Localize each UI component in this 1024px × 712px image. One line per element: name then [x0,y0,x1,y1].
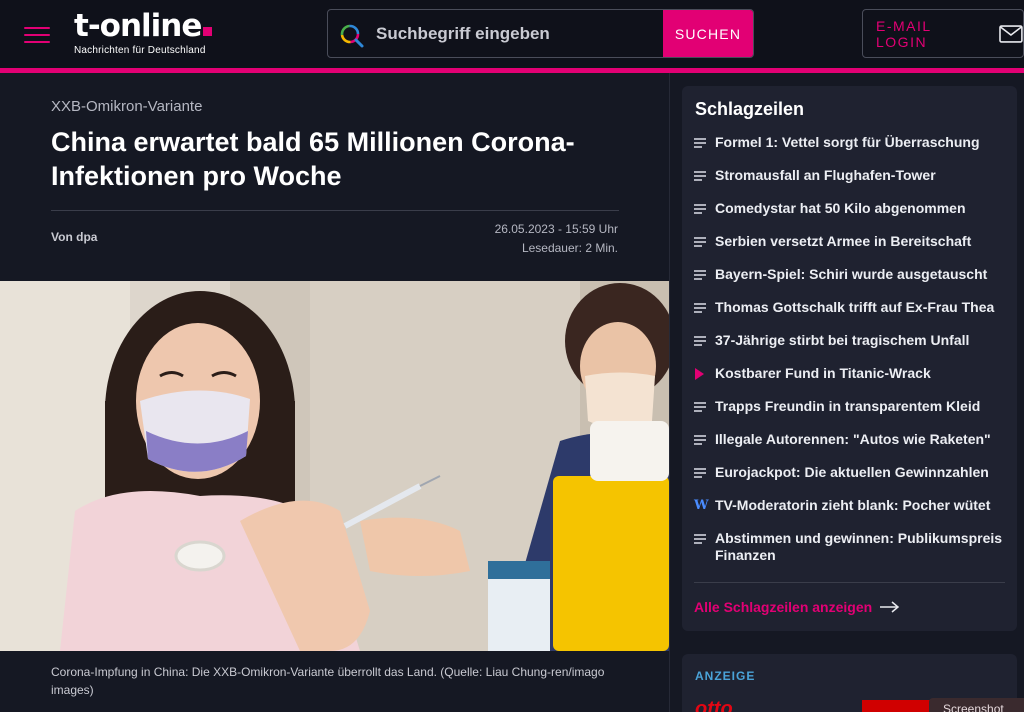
headline-item[interactable]: Kostbarer Fund in Titanic-Wrack [694,365,1009,382]
article-headline: China erwartet bald 65 Millionen Corona-… [51,127,575,191]
headline-label: Eurojackpot: Die aktuellen Gewinnzahlen [715,464,989,480]
headline-item[interactable]: Abstimmen und gewinnen: Publikumspreis F… [694,530,1009,564]
headline-item[interactable]: Formel 1: Vettel sorgt für Überraschung [694,134,1009,151]
arrow-right-icon [880,601,900,613]
search-box: SUCHEN [327,9,754,58]
headline-item[interactable]: Eurojackpot: Die aktuellen Gewinnzahlen [694,464,1009,481]
headline-item[interactable]: Thomas Gottschalk trifft auf Ex-Frau The… [694,299,1009,316]
headline-label: Illegale Autorennen: "Autos wie Raketen" [715,431,991,447]
headline-item[interactable]: Trapps Freundin in transparentem Kleid [694,398,1009,415]
search-input[interactable] [376,10,664,57]
headline-label: TV-Moderatorin zieht blank: Pocher wütet [715,497,991,513]
site-header: t-online Nachrichten für Deutschland SUC… [0,0,1024,70]
article-divider [51,210,619,211]
lines-icon [694,269,707,281]
headline-item[interactable]: Serbien versetzt Armee in Bereitschaft [694,233,1009,250]
headlines-panel: Schlagzeilen Formel 1: Vettel sorgt für … [682,86,1017,631]
all-headlines-label: Alle Schlagzeilen anzeigen [694,599,873,615]
article-photo[interactable] [0,281,669,651]
ad-label: ANZEIGE [695,669,756,683]
headline-label: Stromausfall an Flughafen-Tower [715,167,936,183]
lines-icon [694,236,707,248]
lines-icon [694,335,707,347]
lines-icon [694,203,707,215]
headlines-divider [694,582,1005,583]
ad-brand-logo: otto [695,698,733,712]
headline-label: Comedystar hat 50 Kilo abgenommen [715,200,966,216]
lines-icon [694,533,707,545]
lines-icon [694,137,707,149]
headline-label: Trapps Freundin in transparentem Kleid [715,398,981,414]
lines-icon [694,302,707,314]
article-date: 26.05.2023 - 15:59 Uhr [494,222,618,236]
article: XXB-Omikron-Variante China erwartet bald… [0,73,670,712]
article-kicker: XXB-Omikron-Variante [51,98,203,115]
mail-icon [999,24,1023,43]
vaccination-photo [0,281,669,651]
search-button[interactable]: SUCHEN [663,10,753,57]
search-icon [340,24,364,48]
screenshot-tooltip: Screenshot [929,698,1024,712]
article-reading-time: Lesedauer: 2 Min. [521,241,618,255]
headline-item[interactable]: Comedystar hat 50 Kilo abgenommen [694,200,1009,217]
headline-label: Abstimmen und gewinnen: Publikumspreis F… [715,530,1003,563]
article-meta: 26.05.2023 - 15:59 Uhr Lesedauer: 2 Min. [495,220,618,258]
logo-tagline: Nachrichten für Deutschland [74,45,206,56]
all-headlines-link[interactable]: Alle Schlagzeilen anzeigen [694,599,900,615]
headlines-list: Formel 1: Vettel sorgt für Überraschung S… [694,134,1009,580]
headline-label: Serbien versetzt Armee in Bereitschaft [715,233,972,249]
headline-item[interactable]: 37-Jährige stirbt bei tragischem Unfall [694,332,1009,349]
lines-icon [694,434,707,446]
headline-label: Thomas Gottschalk trifft auf Ex-Frau The… [715,299,995,315]
headlines-title: Schlagzeilen [695,99,805,119]
headline-item[interactable]: Illegale Autorennen: "Autos wie Raketen" [694,431,1009,448]
photo-caption: Corona-Impfung in China: Die XXB-Omikron… [51,665,605,697]
lines-icon [694,401,707,413]
lines-icon [694,467,707,479]
email-login-label: E-MAIL LOGIN [876,17,932,50]
play-icon [694,368,707,380]
headline-item[interactable]: Stromausfall an Flughafen-Tower [694,167,1009,184]
w-icon: W [694,498,709,513]
email-login-button[interactable]: E-MAIL LOGIN [862,9,1024,58]
lines-icon [694,170,707,182]
headline-item[interactable]: Bayern-Spiel: Schiri wurde ausgetauscht [694,266,1009,283]
headline-item[interactable]: W TV-Moderatorin zieht blank: Pocher wüte… [694,497,1009,514]
site-logo[interactable]: t-online Nachrichten für Deutschland [74,8,234,60]
article-author: Von dpa [51,230,98,244]
headline-label: Formel 1: Vettel sorgt für Überraschung [715,134,980,150]
menu-icon[interactable] [24,25,50,45]
ad-banner [862,700,932,712]
headline-label: 37-Jährige stirbt bei tragischem Unfall [715,332,970,348]
headline-label: Bayern-Spiel: Schiri wurde ausgetauscht [715,266,988,282]
logo-wordmark: t-online [74,8,234,44]
headline-label: Kostbarer Fund in Titanic-Wrack [715,365,931,381]
